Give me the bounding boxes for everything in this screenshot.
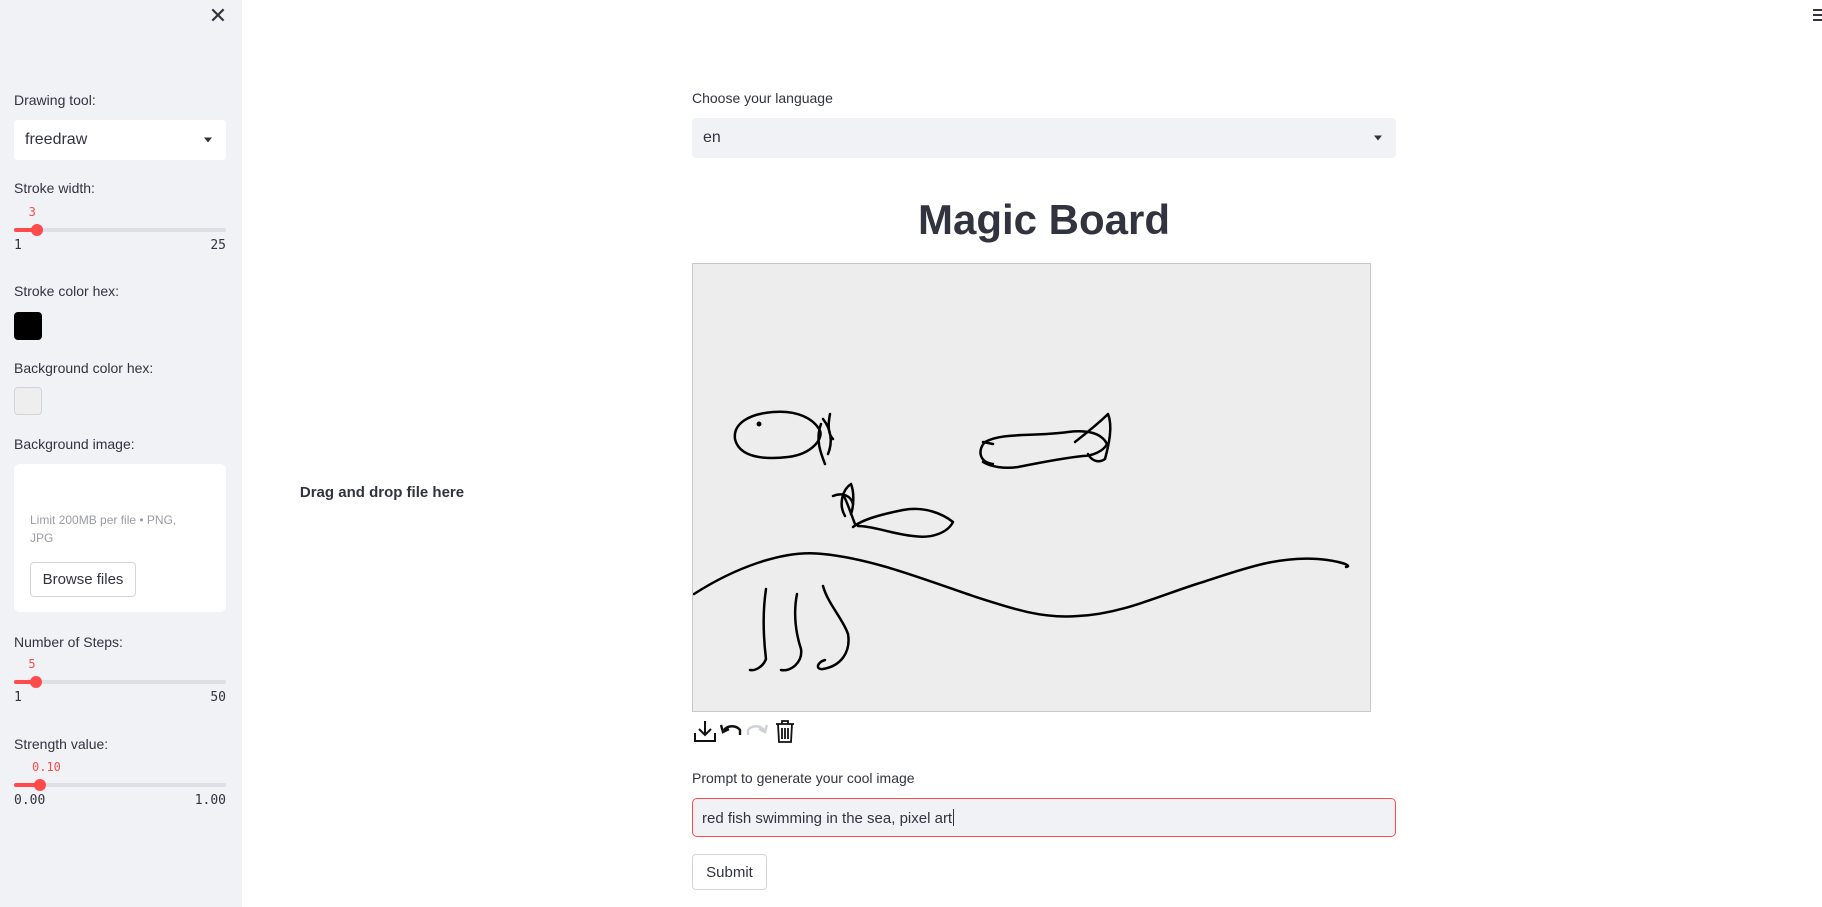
chevron-down-icon: [1374, 135, 1382, 141]
file-dropzone[interactable]: Drag and drop file here Limit 200MB per …: [14, 464, 464, 612]
main-menu-icon[interactable]: [1810, 6, 1822, 22]
slider-thumb[interactable]: [30, 676, 43, 688]
dropzone-limit-text: Limit 200MB per file • PNG, JPG: [30, 513, 177, 545]
slider-thumb[interactable]: [30, 224, 43, 236]
language-value: en: [703, 129, 721, 146]
drawing-tool-select[interactable]: freedraw: [14, 120, 226, 160]
drawing-tool-value: freedraw: [25, 131, 88, 148]
undo-icon[interactable]: [718, 717, 744, 745]
canvas-toolbar: [692, 717, 832, 745]
strength-label: Strength value:: [14, 736, 109, 752]
drawing-canvas[interactable]: [692, 263, 1371, 712]
sidebar: ✕ Drawing tool: freedraw Stroke width: 3…: [0, 0, 464, 907]
steps-slider[interactable]: 5 1 50: [14, 657, 226, 705]
stroke-color-label: Stroke color hex:: [14, 283, 120, 299]
stroke-path: [817, 412, 835, 466]
slider-max: 50: [210, 690, 226, 705]
text-cursor: [953, 808, 955, 826]
browse-files-button[interactable]: Browse files: [30, 562, 136, 597]
redo-icon[interactable]: [744, 717, 770, 745]
stroke-path: [841, 492, 955, 538]
stroke-color-swatch[interactable]: [14, 312, 42, 340]
background-color-swatch[interactable]: [14, 387, 42, 415]
slider-max: 25: [210, 238, 226, 253]
prompt-input[interactable]: red fish swimming in the sea, pixel art: [692, 798, 1396, 837]
dropzone-title: Drag and drop file here: [299, 484, 465, 501]
slider-max: 1.00: [194, 793, 226, 808]
trash-icon[interactable]: [772, 717, 798, 745]
slider-min: 1: [14, 238, 22, 253]
stroke-path: [816, 584, 850, 671]
slider-track: [14, 680, 226, 684]
stroke-path: [979, 430, 1109, 470]
chevron-down-icon: [204, 137, 212, 143]
slider-min: 0.00: [14, 793, 46, 808]
slider-current-value: 3: [28, 205, 36, 219]
slider-current-value: 0.10: [32, 760, 61, 774]
steps-label: Number of Steps:: [14, 634, 123, 650]
language-label: Choose your language: [692, 90, 833, 106]
stroke-path: [733, 410, 822, 460]
strength-slider[interactable]: 0.10 0.00 1.00: [14, 760, 226, 808]
submit-button[interactable]: Submit: [692, 854, 767, 890]
slider-current-value: 5: [28, 657, 36, 671]
slider-min: 1: [14, 690, 22, 705]
stroke-path: [748, 587, 768, 672]
stroke-path: [693, 552, 1350, 618]
prompt-label: Prompt to generate your cool image: [692, 770, 915, 786]
stroke-width-slider[interactable]: 3 1 25: [14, 205, 226, 253]
slider-track: [14, 228, 226, 232]
download-icon[interactable]: [692, 717, 718, 745]
stroke-width-label: Stroke width:: [14, 180, 95, 196]
stroke-path: [779, 592, 803, 672]
background-image-label: Background image:: [14, 436, 135, 452]
prompt-value: red fish swimming in the sea, pixel art: [702, 809, 953, 827]
close-sidebar-icon[interactable]: ✕: [208, 4, 228, 28]
language-select[interactable]: en: [692, 118, 1396, 158]
canvas-drawing: [693, 410, 1350, 672]
background-color-label: Background color hex:: [14, 360, 154, 376]
slider-thumb[interactable]: [34, 779, 46, 791]
page-title: Magic Board: [917, 196, 1171, 243]
drawing-tool-label: Drawing tool:: [14, 92, 96, 108]
